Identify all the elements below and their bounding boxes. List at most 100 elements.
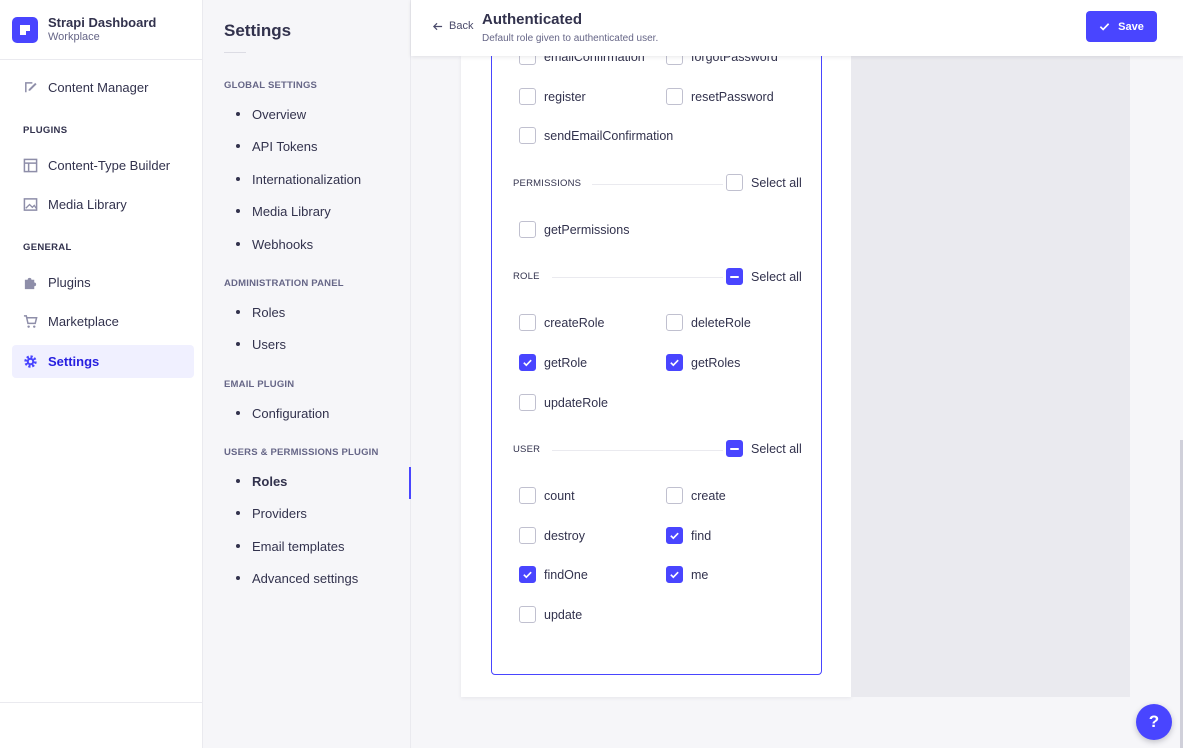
select-all-permissions[interactable]: Select all [726, 174, 802, 191]
workspace-name: Workplace [48, 31, 100, 43]
subnav-item-admin-roles[interactable]: Roles [224, 298, 411, 326]
checkbox-box[interactable] [666, 487, 683, 504]
checkbox-me[interactable]: me [666, 566, 708, 583]
select-all-role[interactable]: Select all [726, 268, 802, 285]
checkbox-update[interactable]: update [519, 606, 582, 623]
advanced-settings-pane [851, 56, 1130, 697]
subnav-divider [224, 52, 246, 53]
checkbox-box[interactable] [519, 566, 536, 583]
subnav-section-email: EMAIL PLUGIN [224, 379, 295, 390]
checkbox-findone[interactable]: findOne [519, 566, 588, 583]
checkbox-box[interactable] [519, 527, 536, 544]
minus-icon [730, 275, 739, 278]
arrow-left-icon [432, 22, 443, 30]
subnav-item-up-roles[interactable]: Roles [224, 467, 411, 499]
checkbox-box[interactable] [726, 174, 743, 191]
page-subtitle: Default role given to authenticated user… [482, 33, 659, 44]
nav-media-library-label: Media Library [48, 197, 127, 212]
subnav-section-admin: ADMINISTRATION PANEL [224, 278, 344, 289]
settings-subnav: Settings GLOBAL SETTINGS Overview API To… [203, 0, 411, 748]
save-button[interactable]: Save [1086, 11, 1157, 42]
group-label: ROLE [513, 271, 540, 282]
help-button[interactable]: ? [1136, 704, 1172, 740]
back-link[interactable]: Back [432, 20, 473, 32]
checkbox-updaterole[interactable]: updateRole [519, 394, 608, 411]
select-all-user[interactable]: Select all [726, 440, 802, 457]
group-label: PERMISSIONS [513, 178, 582, 189]
checkbox-box[interactable] [519, 487, 536, 504]
gear-icon [22, 354, 38, 370]
check-icon [523, 571, 532, 579]
subnav-item-overview[interactable]: Overview [224, 100, 411, 128]
nav-content-manager-label: Content Manager [48, 80, 149, 95]
nav-content-manager[interactable]: Content Manager [12, 71, 194, 104]
strapi-logo-icon [12, 16, 38, 43]
subnav-item-api-tokens[interactable]: API Tokens [224, 132, 411, 160]
page-header: Back Authenticated Default role given to… [411, 0, 1183, 56]
brand[interactable]: Strapi Dashboard Workplace [0, 0, 202, 60]
main-nav: Strapi Dashboard Workplace Content Manag… [0, 0, 203, 748]
nav-settings[interactable]: Settings [12, 345, 194, 378]
minus-icon [730, 447, 739, 450]
checkbox-box[interactable] [519, 314, 536, 331]
subnav-item-media-library[interactable]: Media Library [224, 197, 411, 225]
checkbox-create[interactable]: create [666, 487, 726, 504]
checkbox-box[interactable] [726, 268, 743, 285]
checkbox-getpermissions[interactable]: getPermissions [519, 221, 629, 238]
checkbox-box[interactable] [666, 566, 683, 583]
check-icon [523, 359, 532, 367]
checkbox-destroy[interactable]: destroy [519, 527, 585, 544]
pen-icon [22, 80, 38, 96]
checkbox-register[interactable]: register [519, 88, 586, 105]
app-title: Strapi Dashboard [48, 15, 157, 30]
help-question-icon: ? [1148, 712, 1160, 731]
group-label: USER [513, 444, 541, 455]
checkbox-find[interactable]: find [666, 527, 711, 544]
nav-content-type-builder[interactable]: Content-Type Builder [12, 149, 194, 182]
puzzle-icon [22, 275, 38, 291]
nav-footer [0, 702, 203, 748]
nav-content-type-builder-label: Content-Type Builder [48, 158, 171, 173]
checkbox-box[interactable] [519, 221, 536, 238]
checkbox-count[interactable]: count [519, 487, 575, 504]
checkbox-box[interactable] [726, 440, 743, 457]
checkbox-sendemailconfirmation[interactable]: sendEmailConfirmation [519, 127, 673, 144]
nav-marketplace[interactable]: Marketplace [12, 305, 194, 338]
checkbox-createrole[interactable]: createRole [519, 314, 604, 331]
checkbox-deleterole[interactable]: deleteRole [666, 314, 751, 331]
subnav-item-internationalization[interactable]: Internationalization [224, 165, 411, 193]
check-icon [670, 571, 679, 579]
nav-section-plugins: PLUGINS [23, 125, 68, 136]
check-icon [1099, 23, 1110, 31]
subnav-item-email-templates[interactable]: Email templates [224, 532, 411, 560]
checkbox-box[interactable] [666, 354, 683, 371]
checkbox-box[interactable] [519, 606, 536, 623]
subnav-item-advanced-settings[interactable]: Advanced settings [224, 564, 411, 592]
check-icon [670, 532, 679, 540]
checkbox-getroles[interactable]: getRoles [666, 354, 740, 371]
checkbox-box[interactable] [519, 88, 536, 105]
nav-plugins[interactable]: Plugins [12, 266, 194, 299]
nav-section-general: GENERAL [23, 242, 72, 253]
subnav-item-admin-users[interactable]: Users [224, 330, 411, 358]
subnav-item-email-configuration[interactable]: Configuration [224, 399, 411, 427]
check-icon [670, 359, 679, 367]
cart-icon [22, 314, 38, 330]
checkbox-box[interactable] [519, 127, 536, 144]
subnav-item-webhooks[interactable]: Webhooks [224, 230, 411, 258]
subnav-item-providers[interactable]: Providers [224, 499, 411, 527]
checkbox-box[interactable] [519, 394, 536, 411]
checkbox-box[interactable] [666, 314, 683, 331]
nav-media-library[interactable]: Media Library [12, 188, 194, 221]
image-icon [22, 197, 38, 213]
checkbox-box[interactable] [519, 354, 536, 371]
nav-settings-label: Settings [48, 354, 100, 369]
page-title: Authenticated [482, 11, 583, 28]
nav-plugins-label: Plugins [48, 275, 91, 290]
layout-icon [22, 158, 38, 174]
checkbox-box[interactable] [666, 527, 683, 544]
checkbox-box[interactable] [666, 88, 683, 105]
subnav-section-users-permissions: USERS & PERMISSIONS PLUGIN [224, 447, 379, 458]
checkbox-getrole[interactable]: getRole [519, 354, 587, 371]
checkbox-resetpassword[interactable]: resetPassword [666, 88, 774, 105]
